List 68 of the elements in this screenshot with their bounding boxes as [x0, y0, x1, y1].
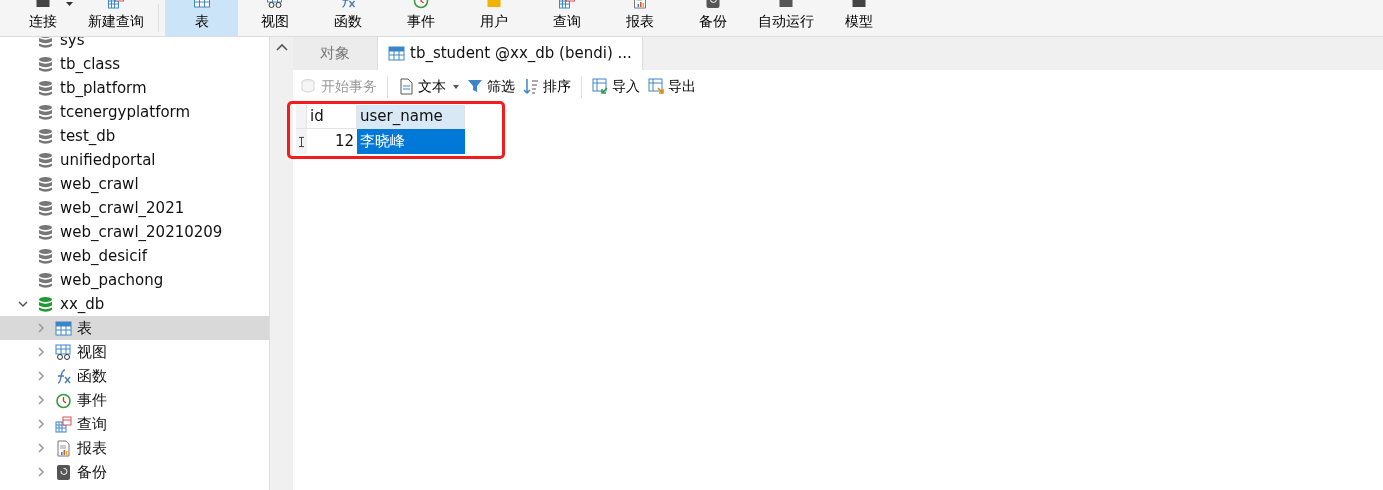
- collapse-caret-icon[interactable]: [18, 299, 28, 309]
- table-cell: 李晓峰: [357, 129, 465, 154]
- database-name[interactable]: web_crawl_20210209: [60, 220, 223, 244]
- expand-caret-icon[interactable]: [36, 371, 46, 381]
- toolbar-button[interactable]: 自动运行: [749, 0, 822, 36]
- toolbar-button[interactable]: 表: [165, 0, 238, 36]
- database-name[interactable]: tb_platform: [60, 76, 147, 100]
- database-name[interactable]: web_crawl_2021: [60, 196, 185, 220]
- toolbar-button[interactable]: 报表: [603, 0, 676, 36]
- table-icon: [55, 319, 72, 337]
- database-name[interactable]: tcenergyplatform: [60, 100, 191, 124]
- expand-caret-icon[interactable]: [36, 347, 46, 357]
- export-icon: [648, 78, 665, 95]
- expand-caret-icon[interactable]: [36, 395, 46, 405]
- expand-caret-icon[interactable]: [36, 443, 46, 453]
- toolbar-button[interactable]: 导入: [590, 76, 642, 97]
- database-name[interactable]: sys: [60, 37, 85, 52]
- toolbar-button[interactable]: 新建查询: [79, 0, 152, 36]
- selected-row-highlight[interactable]: 表: [0, 316, 269, 340]
- tree-item-label[interactable]: 报表: [77, 436, 107, 460]
- database-name[interactable]: web_desicif: [60, 244, 147, 268]
- toolbar-button[interactable]: 用户: [457, 0, 530, 36]
- scroll-up-icon[interactable]: [275, 43, 288, 51]
- clock-icon: [55, 391, 72, 409]
- column-header[interactable]: id: [307, 105, 357, 129]
- query-icon: [55, 415, 72, 433]
- tab[interactable]: tb_student @xx_db (bendi) ...: [378, 37, 643, 70]
- toolbar-button[interactable]: 导出: [646, 76, 698, 97]
- toolbar-button[interactable]: 事件: [384, 0, 457, 36]
- toolbar-button[interactable]: 查询: [530, 0, 603, 36]
- column-header[interactable]: user_name: [357, 105, 465, 129]
- database-name[interactable]: test_db: [60, 124, 116, 148]
- expand-caret-icon[interactable]: [36, 467, 46, 477]
- toolbar-button[interactable]: 函数: [311, 0, 384, 36]
- toolbar-button[interactable]: 排序: [521, 76, 573, 97]
- tree-item-label[interactable]: 事件: [77, 388, 107, 412]
- database-icon: [301, 78, 318, 95]
- tree-item-label[interactable]: 表: [77, 316, 92, 340]
- tree-item-label[interactable]: 视图: [77, 340, 107, 364]
- function-icon: [55, 367, 72, 385]
- tree-item-label[interactable]: 备份: [77, 460, 107, 484]
- table-icon: [388, 45, 405, 62]
- backup-icon: [55, 463, 72, 481]
- database-name[interactable]: web_pachong: [60, 268, 164, 292]
- filter-icon: [467, 78, 484, 95]
- tree-item-label[interactable]: 函数: [77, 364, 107, 388]
- table-cell-text: 12: [333, 131, 355, 153]
- view-icon: [55, 343, 72, 361]
- expand-caret-icon[interactable]: [36, 323, 46, 333]
- database-name[interactable]: tb_class: [60, 52, 121, 76]
- toolbar-button[interactable]: 文本: [396, 76, 461, 97]
- toolbar-button[interactable]: 连接: [6, 0, 79, 36]
- import-icon: [592, 78, 609, 95]
- database-name[interactable]: web_crawl: [60, 172, 139, 196]
- expand-caret-icon[interactable]: [36, 419, 46, 429]
- document-icon: [398, 78, 415, 95]
- report-icon: [55, 439, 72, 457]
- database-name[interactable]: unifiedportal: [60, 148, 156, 172]
- toolbar-button[interactable]: 模型: [822, 0, 895, 36]
- database-name[interactable]: xx_db: [60, 292, 105, 316]
- grid-corner: [296, 105, 307, 129]
- tree-item-label[interactable]: 查询: [77, 412, 107, 436]
- tab[interactable]: 对象: [293, 37, 378, 70]
- toolbar-button[interactable]: 筛选: [465, 76, 517, 97]
- toolbar-button[interactable]: 备份: [676, 0, 749, 36]
- toolbar-button[interactable]: 视图: [238, 0, 311, 36]
- row-header[interactable]: [296, 129, 307, 154]
- sort-icon: [523, 78, 540, 95]
